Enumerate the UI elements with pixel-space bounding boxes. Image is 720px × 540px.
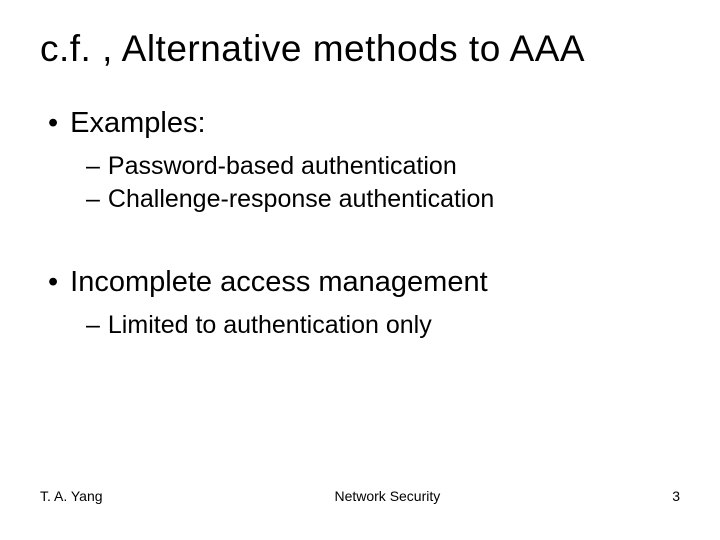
subbullet-item: – Password-based authentication: [86, 151, 680, 182]
subbullet-text: Challenge-response authentication: [108, 184, 494, 215]
dash-marker: –: [86, 151, 100, 182]
footer-author: T. A. Yang: [40, 488, 103, 504]
subbullet-item: – Limited to authentication only: [86, 310, 680, 341]
subbullet-text: Limited to authentication only: [108, 310, 432, 341]
footer-page: 3: [672, 488, 680, 504]
dash-marker: –: [86, 184, 100, 215]
subbullet-item: – Challenge-response authentication: [86, 184, 680, 215]
slide: c.f. , Alternative methods to AAA • Exam…: [0, 0, 720, 540]
slide-footer: T. A. Yang Network Security 3: [40, 488, 680, 504]
footer-course: Network Security: [103, 488, 673, 504]
bullet-examples: • Examples:: [48, 106, 680, 141]
slide-title: c.f. , Alternative methods to AAA: [40, 28, 680, 70]
subbullet-text: Password-based authentication: [108, 151, 457, 182]
dash-marker: –: [86, 310, 100, 341]
bullet-marker: •: [48, 106, 58, 141]
section-gap: [48, 217, 680, 265]
bullet-text: Incomplete access management: [70, 265, 488, 300]
bullet-text: Examples:: [70, 106, 205, 141]
slide-content: • Examples: – Password-based authenticat…: [40, 106, 680, 341]
bullet-marker: •: [48, 265, 58, 300]
bullet-incomplete: • Incomplete access management: [48, 265, 680, 300]
